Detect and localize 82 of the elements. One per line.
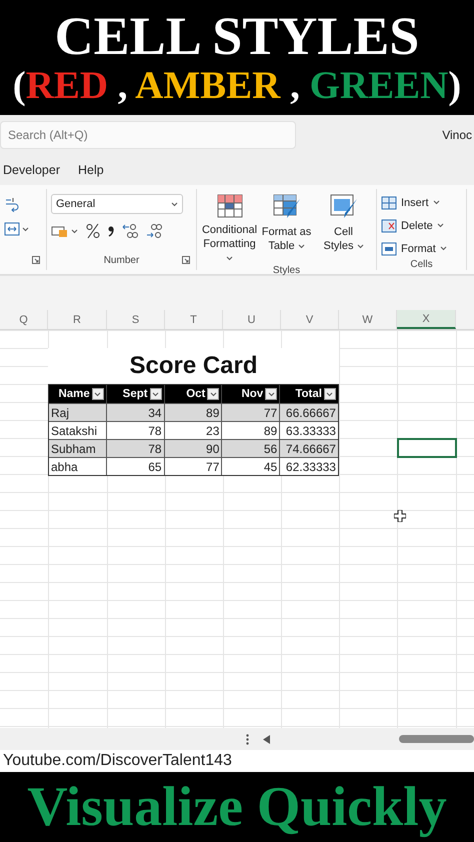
comma-style-button[interactable] xyxy=(108,225,114,237)
group-label: Cells xyxy=(410,259,433,270)
column-title: Nov xyxy=(241,388,264,400)
column-header[interactable]: S xyxy=(107,310,165,329)
search-field[interactable]: Search (Alt+Q) xyxy=(0,121,296,149)
increase-decimal-icon xyxy=(122,223,138,239)
styles-button[interactable]: Conditional Formatting xyxy=(201,194,258,265)
filter-caret-icon xyxy=(326,392,334,396)
menu-tab[interactable]: Developer xyxy=(3,163,60,177)
caret-icon xyxy=(22,226,29,232)
cells-button[interactable]: Delete xyxy=(381,215,462,236)
percent-button[interactable] xyxy=(86,223,100,239)
filter-caret-icon xyxy=(94,392,102,396)
decrease-decimal-icon xyxy=(146,223,162,239)
caret-icon xyxy=(436,223,444,228)
filter-caret-icon xyxy=(152,392,160,396)
number-format-dropdown[interactable]: General xyxy=(51,194,183,214)
group-label: Styles xyxy=(272,265,300,276)
format-cells-icon xyxy=(381,242,397,256)
caret-icon xyxy=(432,200,440,205)
percent-icon xyxy=(86,223,100,239)
footer-title: Visualize Quickly xyxy=(27,775,447,839)
column-header[interactable]: Q xyxy=(0,310,48,329)
selected-cell[interactable] xyxy=(397,438,457,458)
format-table-icon xyxy=(272,194,300,220)
filter-caret-icon xyxy=(210,392,217,396)
filter-button[interactable] xyxy=(324,388,336,400)
conditional-formatting-icon xyxy=(216,194,242,218)
filter-button[interactable] xyxy=(207,388,220,400)
caret-icon xyxy=(356,244,364,249)
column-title: Sept xyxy=(122,388,148,400)
scrollbar-thumb[interactable] xyxy=(399,735,474,743)
insert-cells-icon xyxy=(381,196,397,210)
styles-button[interactable]: Cell Styles xyxy=(315,194,372,265)
banner-subtitle: (RED , AMBER , GREEN) xyxy=(12,64,462,108)
column-header[interactable]: R xyxy=(48,310,107,329)
table-cell: 65 xyxy=(106,458,165,475)
table-cell: abha xyxy=(49,458,107,475)
delete-cells-icon xyxy=(381,218,397,232)
filter-button[interactable] xyxy=(150,388,162,400)
menu-tab[interactable]: Help xyxy=(78,163,104,177)
column-title: Name xyxy=(58,388,90,400)
column-header[interactable]: U xyxy=(223,310,281,329)
increase-decimal-button[interactable] xyxy=(122,223,138,239)
styles-button[interactable]: Format as Table xyxy=(258,194,315,265)
currency-button[interactable] xyxy=(51,224,78,238)
table-cell-text: 74.66667 xyxy=(284,440,337,457)
column-header[interactable]: T xyxy=(165,310,223,329)
comma-icon xyxy=(108,225,114,237)
table-cell: 45 xyxy=(222,458,280,475)
table-cell-text: 66.66667 xyxy=(284,404,337,421)
column-header[interactable]: V xyxy=(281,310,339,329)
currency-icon xyxy=(51,224,69,238)
sheet-title: Score Card xyxy=(48,348,339,384)
banner-title: CELL STYLES xyxy=(54,8,420,64)
table-cell-text: 63.33333 xyxy=(284,422,337,439)
caret-icon xyxy=(71,228,78,234)
table-cell-text: 62.33333 xyxy=(284,458,337,475)
scroll-left-icon[interactable] xyxy=(263,734,270,744)
column-title: Oct xyxy=(186,388,206,400)
column-header[interactable]: X xyxy=(397,310,456,329)
filter-button[interactable] xyxy=(92,388,104,400)
wrap-text-icon xyxy=(4,196,20,212)
filter-button[interactable] xyxy=(265,388,278,400)
table-cell: 77 xyxy=(164,458,222,475)
dialog-launcher-icon[interactable] xyxy=(182,256,190,264)
caret-icon xyxy=(226,256,233,261)
cells-button[interactable]: Format xyxy=(381,238,462,259)
cell-styles-icon xyxy=(330,194,358,220)
more-icon[interactable] xyxy=(246,734,249,744)
cursor-icon xyxy=(394,510,406,522)
dialog-launcher-icon[interactable] xyxy=(32,256,40,264)
user-name[interactable]: Vinoc xyxy=(442,128,474,142)
caret-icon xyxy=(440,246,447,251)
filter-caret-icon xyxy=(268,392,275,396)
group-label: Number xyxy=(104,254,140,266)
column-title: Total xyxy=(295,388,322,400)
caret-icon xyxy=(298,244,305,249)
merge-cells-icon xyxy=(4,222,20,236)
cells-button[interactable]: Insert xyxy=(381,192,462,213)
caret-icon xyxy=(171,202,178,206)
decrease-decimal-button[interactable] xyxy=(146,223,162,239)
